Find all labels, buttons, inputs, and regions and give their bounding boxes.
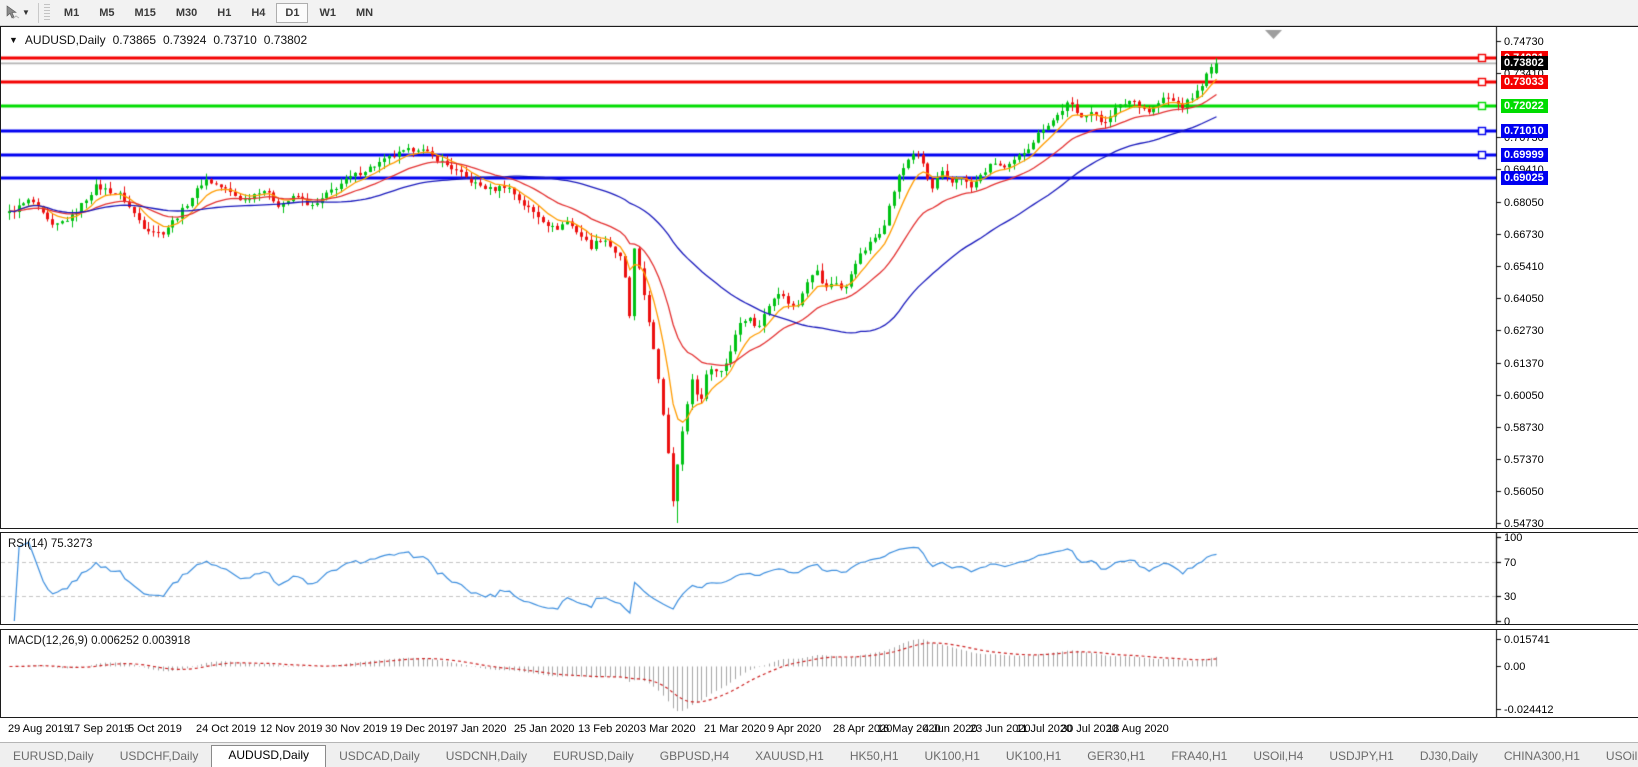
chart-tab-china300-h1[interactable]: CHINA300,H1 [1491, 747, 1593, 767]
timeframe-button-m15[interactable]: M15 [125, 3, 164, 23]
date-axis-label: 17 Sep 2019 [68, 723, 130, 735]
date-axis-label: 13 Feb 2020 [578, 723, 640, 735]
timeframe-button-m5[interactable]: M5 [90, 3, 123, 23]
date-axis-label: 19 Dec 2019 [390, 723, 452, 735]
chart-tab-audusd-daily[interactable]: AUDUSD,Daily [211, 745, 326, 767]
timeframe-button-w1[interactable]: W1 [310, 3, 345, 23]
pointer-tool-button[interactable]: ▼ [0, 2, 35, 24]
chart-tab-ger30-h1[interactable]: GER30,H1 [1074, 747, 1158, 767]
date-axis-label: 9 Apr 2020 [768, 723, 821, 735]
chart-tab-eurusd-daily[interactable]: EURUSD,Daily [0, 747, 107, 767]
timeframe-button-h1[interactable]: H1 [208, 3, 240, 23]
chart-tab-usdcnh-daily[interactable]: USDCNH,Daily [433, 747, 540, 767]
pointer-tool-icon [5, 5, 20, 20]
date-axis-label: 3 Mar 2020 [640, 723, 696, 735]
toolbar-separator [38, 3, 39, 23]
chevron-down-icon: ▼ [22, 9, 30, 17]
date-axis-label: 18 Aug 2020 [1107, 723, 1169, 735]
date-axis-label: 29 Aug 2019 [8, 723, 70, 735]
chart-tab-usdchf-daily[interactable]: USDCHF,Daily [107, 747, 212, 767]
chart-tab-usoil-h1[interactable]: USOil,H1 [1593, 747, 1638, 767]
chart-symbol-label: AUDUSD,Daily [25, 33, 106, 47]
chart-tab-usdjpy-h1[interactable]: USDJPY,H1 [1316, 747, 1406, 767]
date-axis-label: 25 Jan 2020 [514, 723, 575, 735]
timeframe-toolbar: ▼ M1M5M15M30H1H4D1W1MN [0, 0, 1638, 26]
chart-tab-uk100-h1[interactable]: UK100,H1 [993, 747, 1074, 767]
chart-tab-xauusd-h1[interactable]: XAUUSD,H1 [742, 747, 837, 767]
chart-title-dropdown-icon[interactable]: ▼ [9, 35, 18, 45]
timeframe-buttons: M1M5M15M30H1H4D1W1MN [54, 3, 383, 23]
chart-tab-bar: EURUSD,DailyUSDCHF,DailyAUDUSD,DailyUSDC… [0, 742, 1638, 767]
chart-tab-eurusd-daily[interactable]: EURUSD,Daily [540, 747, 647, 767]
chart-tab-usoil-h4[interactable]: USOil,H4 [1240, 747, 1316, 767]
rsi-canvas[interactable] [1, 533, 1637, 624]
toolbar-drag-handle[interactable] [44, 4, 50, 22]
timeframe-button-h4[interactable]: H4 [242, 3, 274, 23]
timeframe-button-mn[interactable]: MN [347, 3, 382, 23]
timeframe-button-m30[interactable]: M30 [167, 3, 206, 23]
date-axis-label: 24 Oct 2019 [196, 723, 256, 735]
date-axis: 29 Aug 201917 Sep 20195 Oct 2019 24 Oct 2… [0, 719, 1638, 741]
ohlc-low: 0.73710 [213, 33, 256, 47]
date-axis-label: 30 Nov 2019 [325, 723, 387, 735]
price-chart-panel: 0.747300.734100.707300.694100.680500.667… [0, 26, 1638, 529]
chart-title[interactable]: ▼ AUDUSD,Daily 0.73865 0.73924 0.73710 0… [9, 33, 307, 47]
mt4-terminal: { "toolbar": { "tool_icon": "pointer-too… [0, 0, 1638, 766]
price-chart-canvas[interactable] [1, 27, 1637, 528]
chart-tab-gbpusd-h4[interactable]: GBPUSD,H4 [647, 747, 742, 767]
chart-tab-hk50-h1[interactable]: HK50,H1 [837, 747, 912, 767]
timeframe-button-m1[interactable]: M1 [55, 3, 88, 23]
chart-tab-uk100-h1[interactable]: UK100,H1 [912, 747, 993, 767]
date-axis-label: 7 Jan 2020 [452, 723, 506, 735]
date-axis-label: 21 Mar 2020 [704, 723, 766, 735]
macd-canvas[interactable] [1, 630, 1637, 717]
date-axis-label: 5 Oct 2019 [128, 723, 182, 735]
chart-tab-dj30-daily[interactable]: DJ30,Daily [1407, 747, 1491, 767]
timeframe-button-d1[interactable]: D1 [276, 3, 308, 23]
chart-tab-usdcad-daily[interactable]: USDCAD,Daily [326, 747, 433, 767]
date-axis-label: 12 Nov 2019 [260, 723, 322, 735]
chart-tab-fra40-h1[interactable]: FRA40,H1 [1158, 747, 1240, 767]
rsi-label: RSI(14) 75.3273 [8, 538, 92, 550]
ohlc-close: 0.73802 [264, 33, 307, 47]
macd-label: MACD(12,26,9) 0.006252 0.003918 [8, 635, 190, 647]
macd-indicator-panel: 0.0157410.00-0.024412 MACD(12,26,9) 0.00… [0, 629, 1638, 718]
ohlc-open: 0.73865 [113, 33, 156, 47]
ohlc-high: 0.73924 [163, 33, 206, 47]
rsi-indicator-panel: 10070300 RSI(14) 75.3273 [0, 532, 1638, 625]
